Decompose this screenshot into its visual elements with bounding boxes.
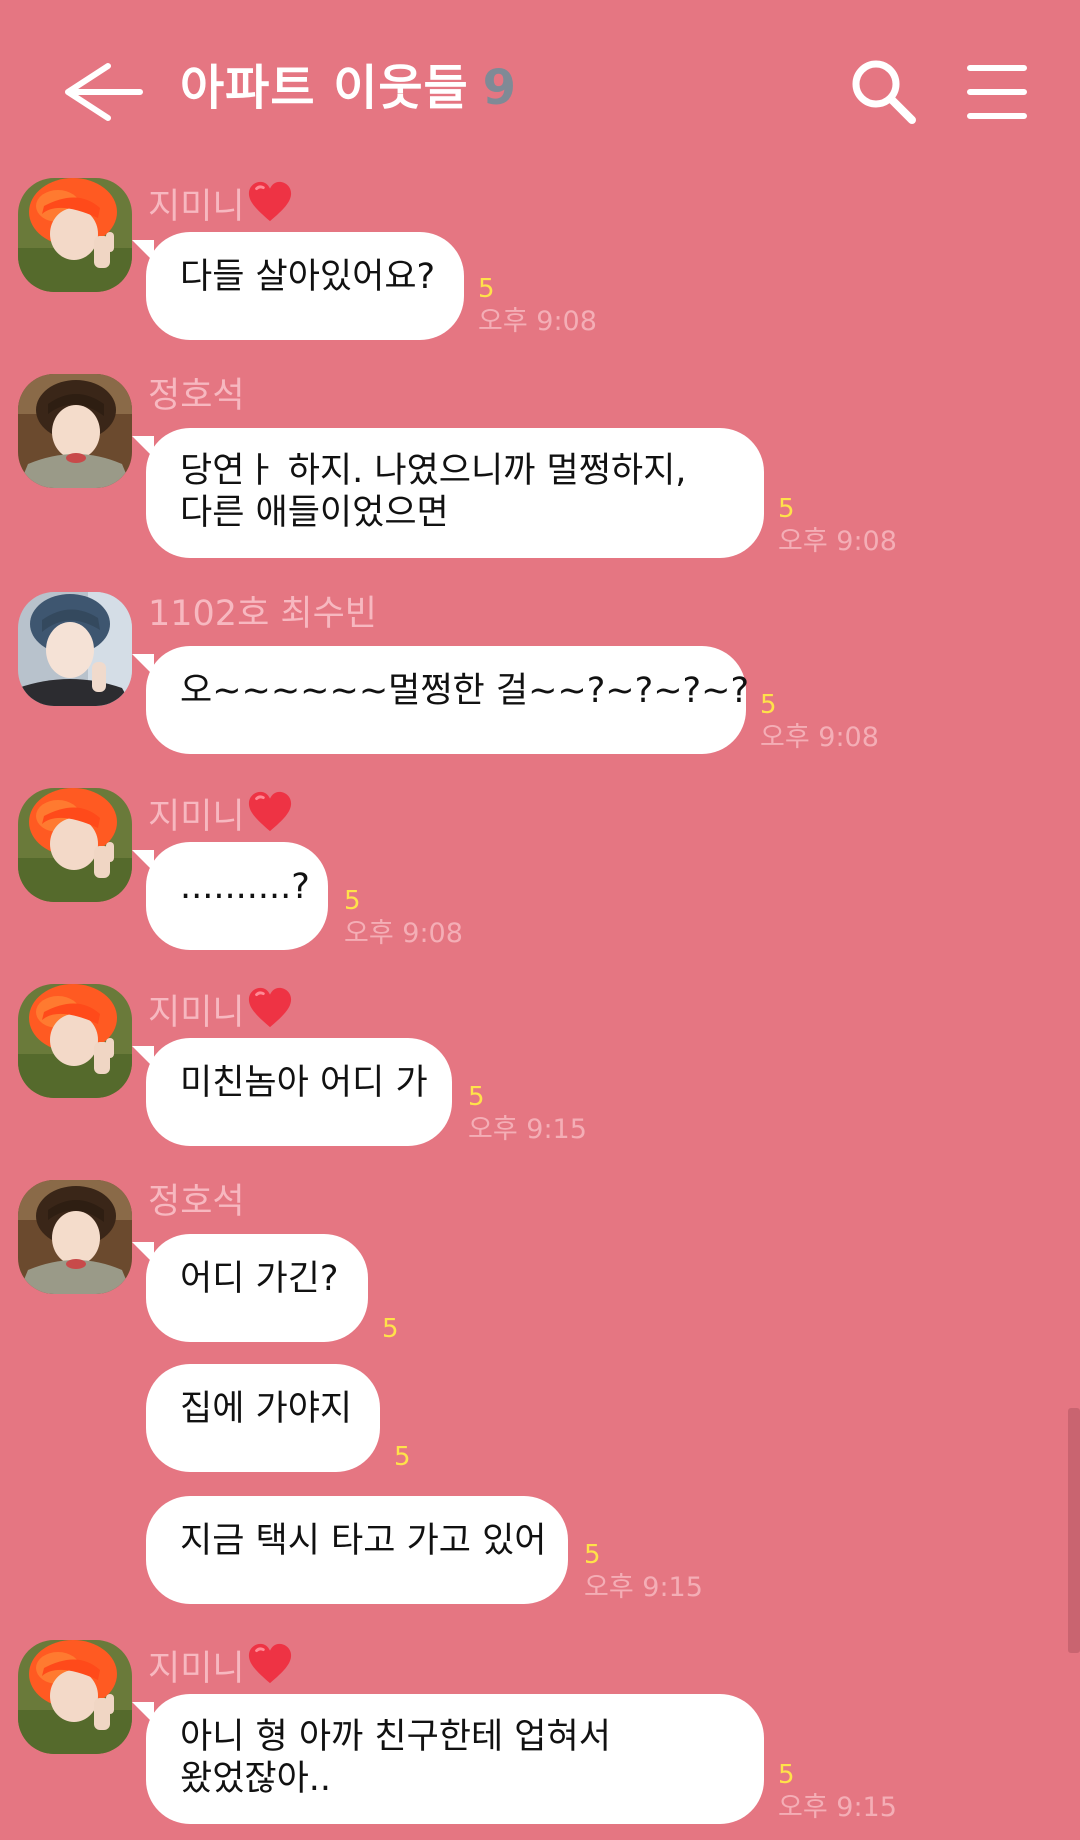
message-meta: 5 오후 9:15 <box>584 1542 703 1601</box>
message-line: 당연ㅏ 하지. 나였으니까 멀쩡하지, <box>180 451 687 491</box>
message-meta: 5 <box>394 1444 411 1476</box>
avatar[interactable] <box>18 788 132 902</box>
message-time: 오후 9:08 <box>478 306 597 337</box>
avatar[interactable] <box>18 178 132 292</box>
message-bubble[interactable]: 아니 형 아까 친구한테 업혀서 왔었잖아.. <box>132 1694 764 1824</box>
user-photo-icon <box>18 374 132 488</box>
message-bubble[interactable]: 다들 살아있어요? <box>132 232 464 340</box>
heart-icon <box>247 180 293 224</box>
user-photo-icon <box>18 592 132 706</box>
unread-count: 5 <box>584 1540 601 1570</box>
message-bubble[interactable]: 집에 가야지 <box>146 1364 380 1472</box>
member-count: 9 <box>482 60 518 116</box>
menu-button[interactable] <box>962 52 1052 132</box>
search-button[interactable] <box>844 52 924 132</box>
user-photo-icon <box>18 178 132 292</box>
message-meta: 5 오후 9:08 <box>760 692 879 751</box>
message-line: 다른 애들이었으면 <box>180 493 449 533</box>
chat-room-title: 아파트 이웃들 9 <box>180 48 517 128</box>
unread-count: 5 <box>468 1082 485 1112</box>
message-meta: 5 오후 9:08 <box>778 496 897 555</box>
user-photo-icon <box>18 1640 132 1754</box>
hamburger-menu-icon <box>967 65 1027 119</box>
sender-name: 지미니 <box>148 986 293 1033</box>
chat-room-name: 아파트 이웃들 <box>180 60 469 116</box>
message-bubble[interactable]: ..........? <box>132 842 328 950</box>
message-line: 아니 형 아까 친구한테 업혀서 <box>180 1717 611 1757</box>
sender-name: 정호석 <box>148 1182 245 1222</box>
message-meta: 5 <box>382 1316 399 1348</box>
message-bubble[interactable]: 어디 가긴? <box>132 1234 368 1342</box>
heart-icon <box>247 790 293 834</box>
avatar[interactable] <box>18 592 132 706</box>
unread-count: 5 <box>394 1442 411 1472</box>
avatar[interactable] <box>18 984 132 1098</box>
unread-count: 5 <box>382 1314 399 1344</box>
avatar[interactable] <box>18 374 132 488</box>
message-time: 오후 9:15 <box>468 1114 587 1145</box>
message-line: 왔었잖아.. <box>180 1759 332 1799</box>
scrollbar[interactable] <box>1068 1408 1080 1653</box>
unread-count: 5 <box>344 886 361 916</box>
arrow-left-icon <box>65 63 143 121</box>
sender-name: 정호석 <box>148 376 245 416</box>
unread-count: 5 <box>778 494 795 524</box>
sender-name: 지미니 <box>148 180 293 227</box>
chat-header: 아파트 이웃들 9 <box>0 0 1080 170</box>
message-bubble[interactable]: 오~~~~~~멀쩡한 걸~~?~?~?~? <box>132 646 749 754</box>
user-photo-icon <box>18 788 132 902</box>
message-bubble[interactable]: 당연ㅏ 하지. 나였으니까 멀쩡하지, 다른 애들이었으면 <box>132 428 764 558</box>
user-photo-icon <box>18 984 132 1098</box>
message-meta: 5 오후 9:08 <box>344 888 463 947</box>
message-bubble[interactable]: 미친놈아 어디 가 <box>132 1038 452 1146</box>
message-time: 오후 9:08 <box>344 918 463 949</box>
user-photo-icon <box>18 1180 132 1294</box>
unread-count: 5 <box>760 690 777 720</box>
heart-icon <box>247 986 293 1030</box>
sender-name: 지미니 <box>148 790 293 837</box>
unread-count: 5 <box>778 1760 795 1790</box>
sender-name: 지미니 <box>148 1642 293 1689</box>
message-time: 오후 9:15 <box>778 1792 897 1823</box>
back-button[interactable] <box>56 52 176 132</box>
sender-name: 1102호 최수빈 <box>148 594 377 634</box>
avatar[interactable] <box>18 1180 132 1294</box>
search-icon <box>852 60 916 124</box>
message-time: 오후 9:15 <box>584 1572 703 1603</box>
message-meta: 5 오후 9:15 <box>468 1084 587 1143</box>
message-bubble[interactable]: 지금 택시 타고 가고 있어 <box>146 1496 568 1604</box>
message-time: 오후 9:08 <box>760 722 879 753</box>
heart-icon <box>247 1642 293 1686</box>
unread-count: 5 <box>478 274 495 304</box>
message-meta: 5 오후 9:15 <box>778 1762 897 1821</box>
avatar[interactable] <box>18 1640 132 1754</box>
message-time: 오후 9:08 <box>778 526 897 557</box>
message-meta: 5 오후 9:08 <box>478 276 597 335</box>
